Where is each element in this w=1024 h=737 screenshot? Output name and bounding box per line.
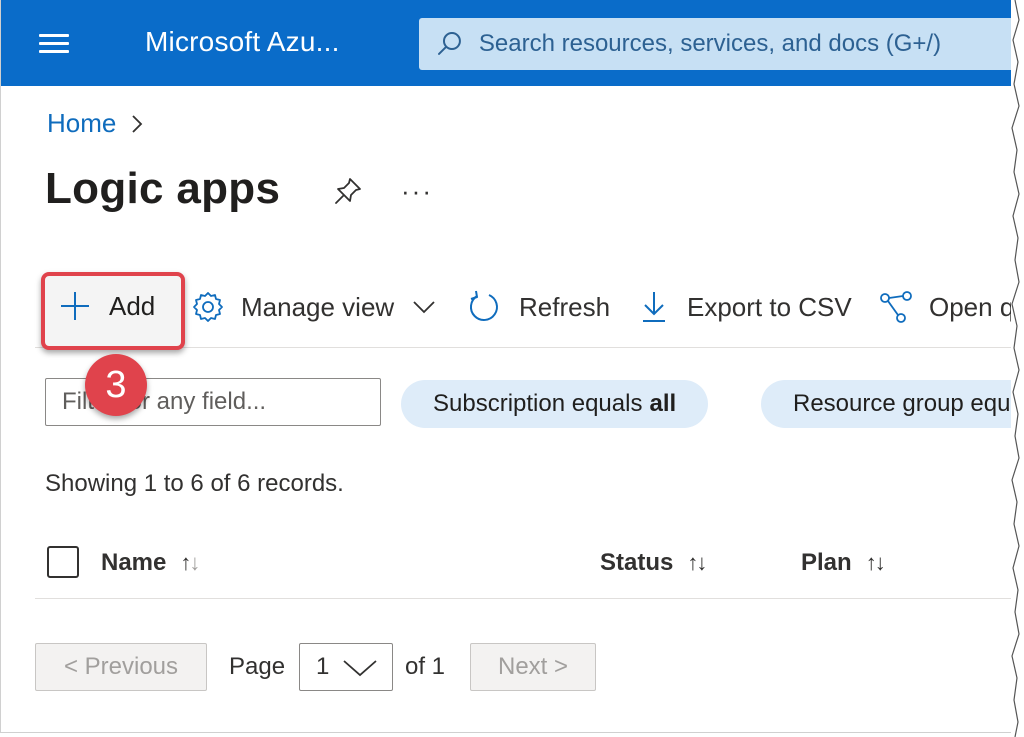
more-options-button[interactable]: ··· bbox=[401, 176, 433, 207]
add-label: Add bbox=[109, 290, 156, 321]
page-count: of 1 bbox=[405, 653, 446, 680]
column-header-name[interactable]: Name ↑↓ bbox=[101, 549, 200, 577]
select-all-checkbox[interactable] bbox=[47, 546, 79, 578]
download-icon bbox=[643, 292, 665, 322]
export-csv-button[interactable]: Export to CSV bbox=[641, 290, 852, 324]
page-title: Logic apps bbox=[45, 164, 281, 213]
open-query-label: Open q bbox=[929, 291, 1011, 322]
add-button[interactable]: Add bbox=[59, 290, 155, 322]
torn-edge bbox=[1011, 0, 1020, 737]
menu-icon[interactable] bbox=[39, 34, 69, 54]
breadcrumb-home[interactable]: Home bbox=[47, 108, 116, 139]
top-bar: Microsoft Azu... bbox=[1, 0, 1011, 86]
resource-group-filter-label: Resource group equals all bbox=[793, 390, 1011, 417]
subscription-filter-pill[interactable]: Subscription equals all bbox=[401, 380, 709, 428]
portal-window: Microsoft Azu... Home Logic apps ··· Man… bbox=[0, 0, 1011, 733]
records-count: Showing 1 to 6 of 6 records. bbox=[45, 470, 344, 497]
sort-icon: ↑↓ bbox=[865, 550, 886, 575]
column-plan-label: Plan bbox=[801, 549, 852, 576]
page-label: Page bbox=[229, 653, 286, 680]
subscription-filter-value: all bbox=[649, 390, 677, 417]
page-select[interactable]: 1 bbox=[299, 643, 393, 691]
pagination: < Previous Page 1 of 1 Next > bbox=[35, 643, 1011, 693]
chevron-right-icon bbox=[132, 114, 143, 133]
portal-brand[interactable]: Microsoft Azu... bbox=[145, 26, 340, 58]
step-badge: 3 bbox=[85, 354, 147, 416]
plus-icon bbox=[61, 292, 89, 320]
refresh-label: Refresh bbox=[519, 291, 611, 322]
subscription-filter-label: Subscription equals bbox=[433, 390, 643, 417]
current-page: 1 bbox=[316, 653, 330, 680]
refresh-button[interactable]: Refresh bbox=[467, 290, 610, 324]
table-header: Name ↑↓ Status ↑↓ Plan ↑↓ bbox=[35, 540, 1011, 599]
sort-icon: ↑↓ bbox=[687, 550, 707, 575]
column-header-plan[interactable]: Plan ↑↓ bbox=[801, 549, 886, 577]
breadcrumb: Home bbox=[47, 108, 144, 139]
column-status-label: Status bbox=[600, 549, 674, 576]
sort-icon: ↑↓ bbox=[180, 550, 200, 575]
column-header-status[interactable]: Status ↑↓ bbox=[600, 549, 707, 577]
column-name-label: Name bbox=[101, 549, 167, 576]
share-graph-icon bbox=[880, 291, 912, 323]
manage-view-button[interactable]: Manage view bbox=[191, 290, 436, 324]
previous-page-button[interactable]: < Previous bbox=[35, 643, 207, 691]
manage-view-label: Manage view bbox=[241, 291, 395, 322]
export-csv-label: Export to CSV bbox=[687, 291, 852, 322]
open-query-button[interactable]: Open q bbox=[879, 290, 1011, 324]
search-input[interactable] bbox=[476, 29, 1011, 59]
next-page-button[interactable]: Next > bbox=[470, 643, 596, 691]
pin-icon[interactable] bbox=[333, 176, 363, 206]
resource-group-filter-pill[interactable]: Resource group equals all bbox=[761, 380, 1011, 428]
global-search[interactable] bbox=[419, 18, 1011, 70]
search-icon bbox=[437, 32, 461, 55]
refresh-icon bbox=[470, 290, 498, 321]
gear-icon bbox=[193, 292, 223, 322]
chevron-down-icon bbox=[413, 301, 435, 314]
chevron-down-icon bbox=[343, 660, 377, 677]
